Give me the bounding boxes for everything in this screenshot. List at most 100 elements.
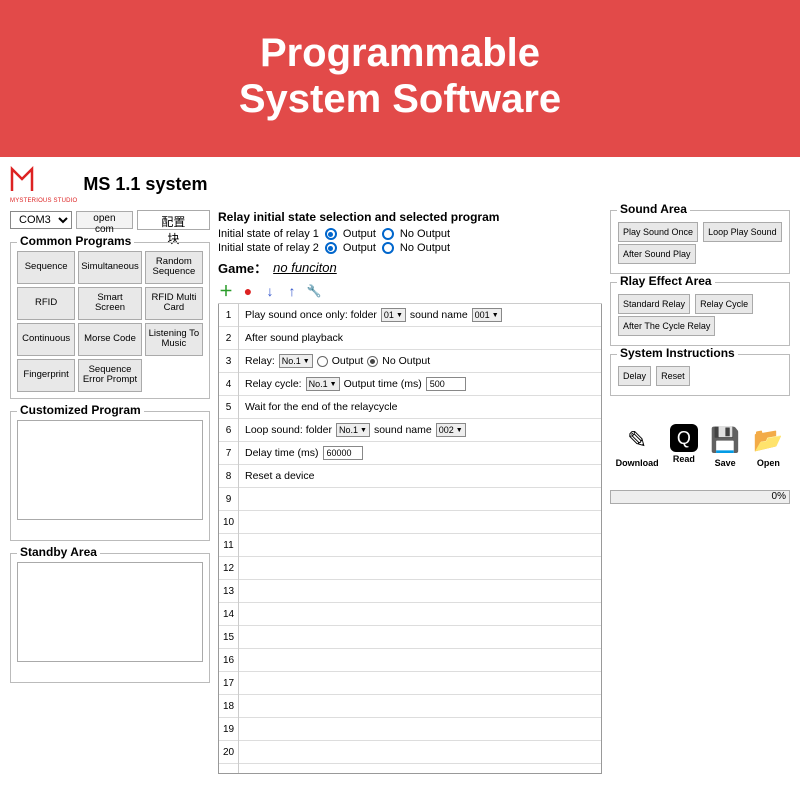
step-19[interactable]	[239, 718, 601, 741]
step-15[interactable]	[239, 626, 601, 649]
up-icon[interactable]: ↑	[284, 283, 300, 299]
delay-button[interactable]: Delay	[618, 366, 651, 386]
com-port-select[interactable]: COM3	[10, 211, 72, 229]
reset-button[interactable]: Reset	[656, 366, 690, 386]
program-random-sequence[interactable]: Random Sequence	[145, 251, 203, 284]
key-icon[interactable]: 🔧	[306, 283, 322, 299]
step7-delay-input[interactable]	[323, 446, 363, 460]
game-label: Game：	[218, 258, 267, 277]
sound-area-panel: Sound Area Play Sound Once Loop Play Sou…	[610, 210, 790, 274]
program-smart-screen[interactable]: Smart Screen	[78, 287, 142, 320]
step-14[interactable]	[239, 603, 601, 626]
program-listening[interactable]: Listening To Music	[145, 323, 203, 356]
program-rfid-multi[interactable]: RFID Multi Card	[145, 287, 203, 320]
config-button[interactable]: 配置块	[137, 210, 210, 230]
loop-play-sound-button[interactable]: Loop Play Sound	[703, 222, 782, 242]
relay1-nooutput-radio[interactable]	[382, 228, 394, 240]
program-fingerprint[interactable]: Fingerprint	[17, 359, 75, 392]
relay2-output-radio[interactable]	[325, 242, 337, 254]
common-programs-title: Common Programs	[17, 234, 134, 248]
download-button[interactable]: ✎ Download	[616, 424, 659, 468]
step-2[interactable]: After sound playback	[239, 327, 601, 350]
step3-nooutput-radio[interactable]	[367, 356, 378, 367]
remove-icon[interactable]: ●	[240, 283, 256, 299]
open-button[interactable]: 📂 Open	[752, 424, 784, 468]
step-8[interactable]: Reset a device	[239, 465, 601, 488]
step-11[interactable]	[239, 534, 601, 557]
relay1-label: Initial state of relay 1	[218, 228, 319, 240]
relay1-output-radio[interactable]	[325, 228, 337, 240]
after-cycle-relay-button[interactable]: After The Cycle Relay	[618, 316, 715, 336]
customized-title: Customized Program	[17, 403, 144, 417]
open-com-button[interactable]: open com	[76, 211, 133, 229]
step-4[interactable]: Relay cycle: No.1 Output time (ms)	[239, 373, 601, 396]
step-10[interactable]	[239, 511, 601, 534]
customized-program-panel: Customized Program	[10, 411, 210, 541]
banner: Programmable System Software	[0, 0, 800, 157]
step-5[interactable]: Wait for the end of the relaycycle	[239, 396, 601, 419]
step6-folder-select[interactable]: No.1	[336, 423, 370, 437]
banner-line2: System Software	[0, 76, 800, 122]
step-16[interactable]	[239, 649, 601, 672]
banner-line1: Programmable	[0, 30, 800, 76]
relay-effect-panel: Rlay Effect Area Standard Relay Relay Cy…	[610, 282, 790, 346]
step-1[interactable]: Play sound once only: folder 01 sound na…	[239, 304, 601, 327]
common-programs-panel: Common Programs Sequence Simultaneous Ra…	[10, 242, 210, 399]
relay-effect-title: Rlay Effect Area	[617, 274, 715, 288]
standby-title: Standby Area	[17, 545, 100, 559]
step4-relay-select[interactable]: No.1	[306, 377, 340, 391]
standard-relay-button[interactable]: Standard Relay	[618, 294, 690, 314]
system-instructions-panel: System Instructions Delay Reset	[610, 354, 790, 396]
play-sound-once-button[interactable]: Play Sound Once	[618, 222, 698, 242]
progress-bar: 0%	[610, 490, 790, 504]
step3-relay-select[interactable]: No.1	[279, 354, 313, 368]
step-9[interactable]	[239, 488, 601, 511]
program-rfid[interactable]: RFID	[17, 287, 75, 320]
read-button[interactable]: Q Read	[670, 424, 698, 468]
step-6[interactable]: Loop sound: folder No.1 sound name 002	[239, 419, 601, 442]
system-instructions-title: System Instructions	[617, 346, 738, 360]
read-icon: Q	[670, 424, 698, 452]
step-13[interactable]	[239, 580, 601, 603]
down-icon[interactable]: ↓	[262, 283, 278, 299]
sound-area-title: Sound Area	[617, 202, 690, 216]
relay-cycle-button[interactable]: Relay Cycle	[695, 294, 753, 314]
program-sequence[interactable]: Sequence	[17, 251, 75, 284]
save-button[interactable]: 💾 Save	[709, 424, 741, 468]
standby-area[interactable]	[17, 562, 203, 662]
after-sound-play-button[interactable]: After Sound Play	[618, 244, 696, 264]
titlebar: MYSTERIOUS STUDIO MS 1.1 system	[10, 165, 790, 204]
step4-time-input[interactable]	[426, 377, 466, 391]
steps-table: 1234567891011121314151617181920 Play sou…	[218, 304, 602, 774]
app-title: MS 1.1 system	[83, 174, 207, 195]
download-icon: ✎	[621, 424, 653, 456]
step1-sound-select[interactable]: 001	[472, 308, 502, 322]
relay2-nooutput-radio[interactable]	[382, 242, 394, 254]
open-icon: 📂	[752, 424, 784, 456]
step-7[interactable]: Delay time (ms)	[239, 442, 601, 465]
step3-output-radio[interactable]	[317, 356, 328, 367]
step-18[interactable]	[239, 695, 601, 718]
step-toolbar: ＋ ● ↓ ↑ 🔧	[218, 281, 602, 304]
standby-panel: Standby Area	[10, 553, 210, 683]
relay2-label: Initial state of relay 2	[218, 242, 319, 254]
step-numbers: 1234567891011121314151617181920	[219, 304, 239, 773]
step1-folder-select[interactable]: 01	[381, 308, 406, 322]
relay-header: Relay initial state selection and select…	[218, 210, 602, 224]
program-continuous[interactable]: Continuous	[17, 323, 75, 356]
logo: MYSTERIOUS STUDIO	[10, 165, 77, 204]
customized-area[interactable]	[17, 420, 203, 520]
program-morse[interactable]: Morse Code	[78, 323, 142, 356]
add-icon[interactable]: ＋	[218, 283, 234, 299]
step-3[interactable]: Relay: No.1 Output No Output	[239, 350, 601, 373]
step6-sound-select[interactable]: 002	[436, 423, 466, 437]
program-simultaneous[interactable]: Simultaneous	[78, 251, 142, 284]
app-window: MYSTERIOUS STUDIO MS 1.1 system COM3 ope…	[0, 157, 800, 782]
program-error-prompt[interactable]: Sequence Error Prompt	[78, 359, 142, 392]
save-icon: 💾	[709, 424, 741, 456]
step-12[interactable]	[239, 557, 601, 580]
logo-subtitle: MYSTERIOUS STUDIO	[10, 198, 77, 204]
step-20[interactable]	[239, 741, 601, 764]
step-17[interactable]	[239, 672, 601, 695]
progress-value: 0%	[772, 491, 786, 502]
